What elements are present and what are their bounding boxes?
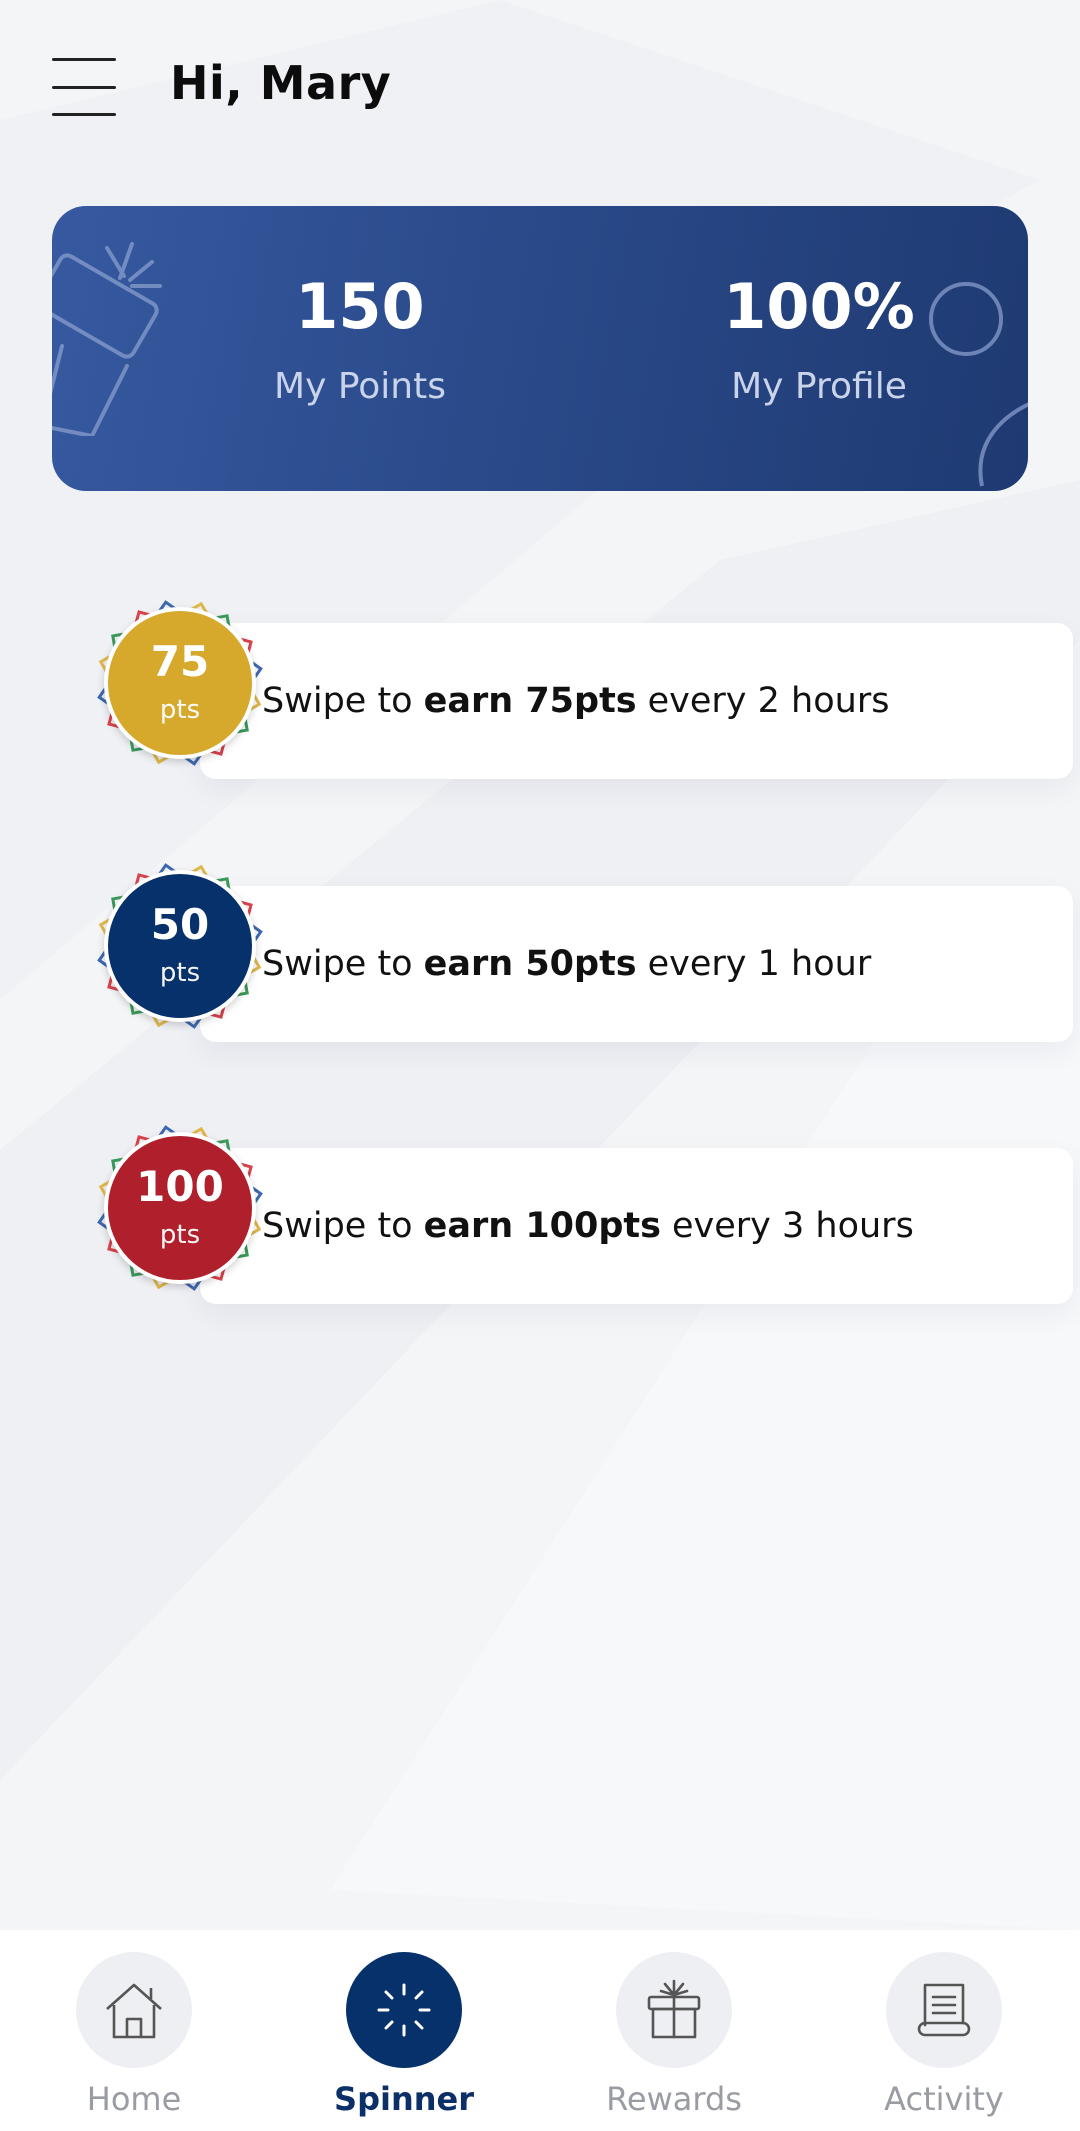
points-value: 150 <box>295 270 425 343</box>
spin-description: Swipe to earn 50pts every 1 hour <box>262 886 871 1042</box>
bottom-navigation: Home Spinner Rewards Activity <box>0 1930 1080 2131</box>
profile-label: My Profile <box>731 366 907 407</box>
home-icon <box>106 1983 162 2039</box>
points-coin: 100 pts <box>104 1132 256 1284</box>
spin-suffix: every 2 hours <box>647 681 890 721</box>
nav-home-circle[interactable] <box>76 1952 192 2068</box>
spin-option-75[interactable]: Swipe to earn 75pts every 2 hours 75 pts <box>60 563 1073 803</box>
nav-rewards-label: Rewards <box>606 2080 742 2118</box>
nav-activity[interactable]: Activity <box>834 1952 1054 2122</box>
spin-description: Swipe to earn 75pts every 2 hours <box>262 623 889 779</box>
nav-spinner[interactable]: Spinner <box>294 1952 514 2122</box>
spin-badge[interactable]: 50 pts <box>60 826 300 1066</box>
receipt-icon <box>917 1983 971 2037</box>
greeting-title: Hi, Mary <box>170 56 392 110</box>
gift-decoration-icon <box>52 242 162 436</box>
spinner-icon <box>377 1983 431 2037</box>
hamburger-menu-icon[interactable] <box>52 58 116 116</box>
spin-highlight: earn 100pts <box>423 1206 661 1246</box>
profile-value: 100% <box>723 270 915 343</box>
spin-option-100[interactable]: Swipe to earn 100pts every 3 hours 100 p… <box>60 1088 1073 1328</box>
nav-spinner-label: Spinner <box>334 2080 474 2118</box>
points-coin: 50 pts <box>104 870 256 1022</box>
coin-amount: 100 <box>136 1162 224 1211</box>
spin-description: Swipe to earn 100pts every 3 hours <box>262 1148 914 1304</box>
spin-badge[interactable]: 75 pts <box>60 563 300 803</box>
nav-home-label: Home <box>86 2080 182 2118</box>
spin-badge[interactable]: 100 pts <box>60 1088 300 1328</box>
spin-suffix: every 3 hours <box>672 1206 914 1246</box>
nav-rewards-circle[interactable] <box>616 1952 732 2068</box>
coin-amount: 50 <box>150 900 210 949</box>
gift-icon <box>647 1979 701 2039</box>
points-coin: 75 pts <box>104 607 256 759</box>
nav-activity-label: Activity <box>884 2080 1004 2118</box>
spin-option-50[interactable]: Swipe to earn 50pts every 1 hour 50 pts <box>60 826 1073 1066</box>
spin-suffix: every 1 hour <box>647 944 872 984</box>
spin-highlight: earn 75pts <box>423 681 637 721</box>
nav-activity-circle[interactable] <box>886 1952 1002 2068</box>
nav-rewards[interactable]: Rewards <box>564 1952 784 2122</box>
my-profile-stat[interactable]: 100% My Profile <box>669 270 969 408</box>
nav-spinner-circle[interactable] <box>346 1952 462 2068</box>
coin-unit: pts <box>159 1220 201 1250</box>
spin-highlight: earn 50pts <box>423 944 637 984</box>
coin-amount: 75 <box>150 637 210 686</box>
app-header: Hi, Mary <box>0 0 1080 180</box>
coin-unit: pts <box>159 958 201 988</box>
my-points-stat[interactable]: 150 My Points <box>210 270 510 408</box>
points-summary-card: 150 My Points 100% My Profile <box>52 206 1028 491</box>
points-label: My Points <box>274 366 446 407</box>
nav-home[interactable]: Home <box>24 1952 244 2122</box>
coin-unit: pts <box>159 695 201 725</box>
